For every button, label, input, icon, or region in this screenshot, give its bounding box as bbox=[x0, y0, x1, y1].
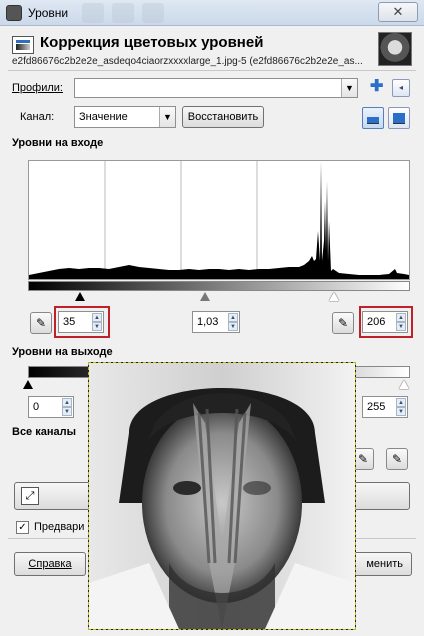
profiles-combo[interactable]: ▼ bbox=[74, 78, 358, 98]
preview-checkbox[interactable]: ✓ bbox=[16, 521, 29, 534]
input-levels-title: Уровни на входе bbox=[12, 137, 104, 149]
output-high-marker[interactable] bbox=[399, 380, 409, 389]
input-high-marker[interactable] bbox=[329, 292, 339, 301]
profiles-label: Профили: bbox=[12, 82, 63, 94]
output-high-value: 255 bbox=[367, 401, 386, 413]
eyedropper-icon[interactable]: ✎ bbox=[332, 312, 354, 334]
image-preview-overlay bbox=[88, 362, 356, 630]
spinner-arrows[interactable]: ▲ ▼ bbox=[396, 313, 406, 331]
output-levels-title: Уровни на выходе bbox=[12, 346, 113, 358]
face-photo bbox=[89, 363, 355, 629]
spinner-arrows[interactable]: ▲ ▼ bbox=[396, 398, 406, 416]
channel-combo[interactable]: Значение ▼ bbox=[74, 106, 176, 128]
ghost-toolbar-icon bbox=[142, 3, 164, 23]
ghost-toolbar-icon bbox=[82, 3, 104, 23]
input-high-value: 206 bbox=[367, 316, 386, 328]
channel-value: Значение bbox=[79, 111, 128, 123]
window-title: Уровни bbox=[28, 6, 69, 20]
linear-histogram-icon[interactable] bbox=[362, 107, 384, 129]
header-separator bbox=[8, 70, 416, 71]
input-low-spinner[interactable]: 35 ▲ ▼ bbox=[58, 311, 104, 333]
preview-label: Предвари bbox=[34, 521, 85, 533]
ghost-toolbar-icon bbox=[112, 3, 134, 23]
spinner-arrows[interactable]: ▲ ▼ bbox=[62, 398, 72, 416]
eyedropper-icon[interactable]: ✎ bbox=[30, 312, 52, 334]
apply-label: менить bbox=[366, 558, 403, 570]
help-button[interactable]: Справка bbox=[14, 552, 86, 576]
log-histogram-icon[interactable] bbox=[388, 107, 410, 129]
levels-icon bbox=[12, 36, 34, 54]
input-gamma-value: 1,03 bbox=[197, 316, 219, 328]
input-high-spinner[interactable]: 206 ▲ ▼ bbox=[362, 311, 408, 333]
chevron-down-icon[interactable]: ▼ bbox=[159, 107, 175, 127]
menu-icon[interactable]: ◂ bbox=[392, 79, 410, 97]
plus-icon[interactable]: ✚ bbox=[370, 79, 383, 95]
histogram[interactable] bbox=[28, 160, 410, 280]
close-button[interactable]: ✕ bbox=[378, 2, 418, 22]
image-thumbnail bbox=[378, 32, 412, 66]
eyedropper-icon[interactable]: ✎ bbox=[386, 448, 408, 470]
output-low-marker[interactable] bbox=[23, 380, 33, 389]
input-low-value: 35 bbox=[63, 316, 76, 328]
input-gamma-marker[interactable] bbox=[200, 292, 210, 301]
histogram-graph bbox=[29, 161, 409, 279]
output-high-spinner[interactable]: 255 ▲ ▼ bbox=[362, 396, 408, 418]
dialog-title: Коррекция цветовых уровней bbox=[40, 34, 264, 51]
help-label: Справка bbox=[28, 558, 72, 570]
channel-label: Канал: bbox=[20, 111, 55, 123]
spinner-arrows[interactable]: ▲ ▼ bbox=[228, 313, 238, 331]
input-low-marker[interactable] bbox=[75, 292, 85, 301]
output-low-spinner[interactable]: 0 ▲ ▼ bbox=[28, 396, 74, 418]
window-titlebar: Уровни ✕ bbox=[0, 0, 424, 26]
app-icon bbox=[6, 5, 22, 21]
spinner-arrows[interactable]: ▲ ▼ bbox=[92, 313, 102, 331]
all-channels-title: Все каналы bbox=[12, 426, 77, 438]
auto-levels-icon: ⤢ bbox=[21, 487, 39, 505]
reset-button[interactable]: Восстановить bbox=[182, 106, 264, 128]
output-low-value: 0 bbox=[33, 401, 40, 413]
chevron-down-icon[interactable]: ▼ bbox=[341, 79, 357, 97]
input-gamma-spinner[interactable]: 1,03 ▲ ▼ bbox=[192, 311, 240, 333]
input-gradient-bar bbox=[28, 281, 410, 291]
image-name: e2fd86676c2b2e2e_asdeqo4ciaorzxxxxlarge_… bbox=[12, 56, 363, 67]
